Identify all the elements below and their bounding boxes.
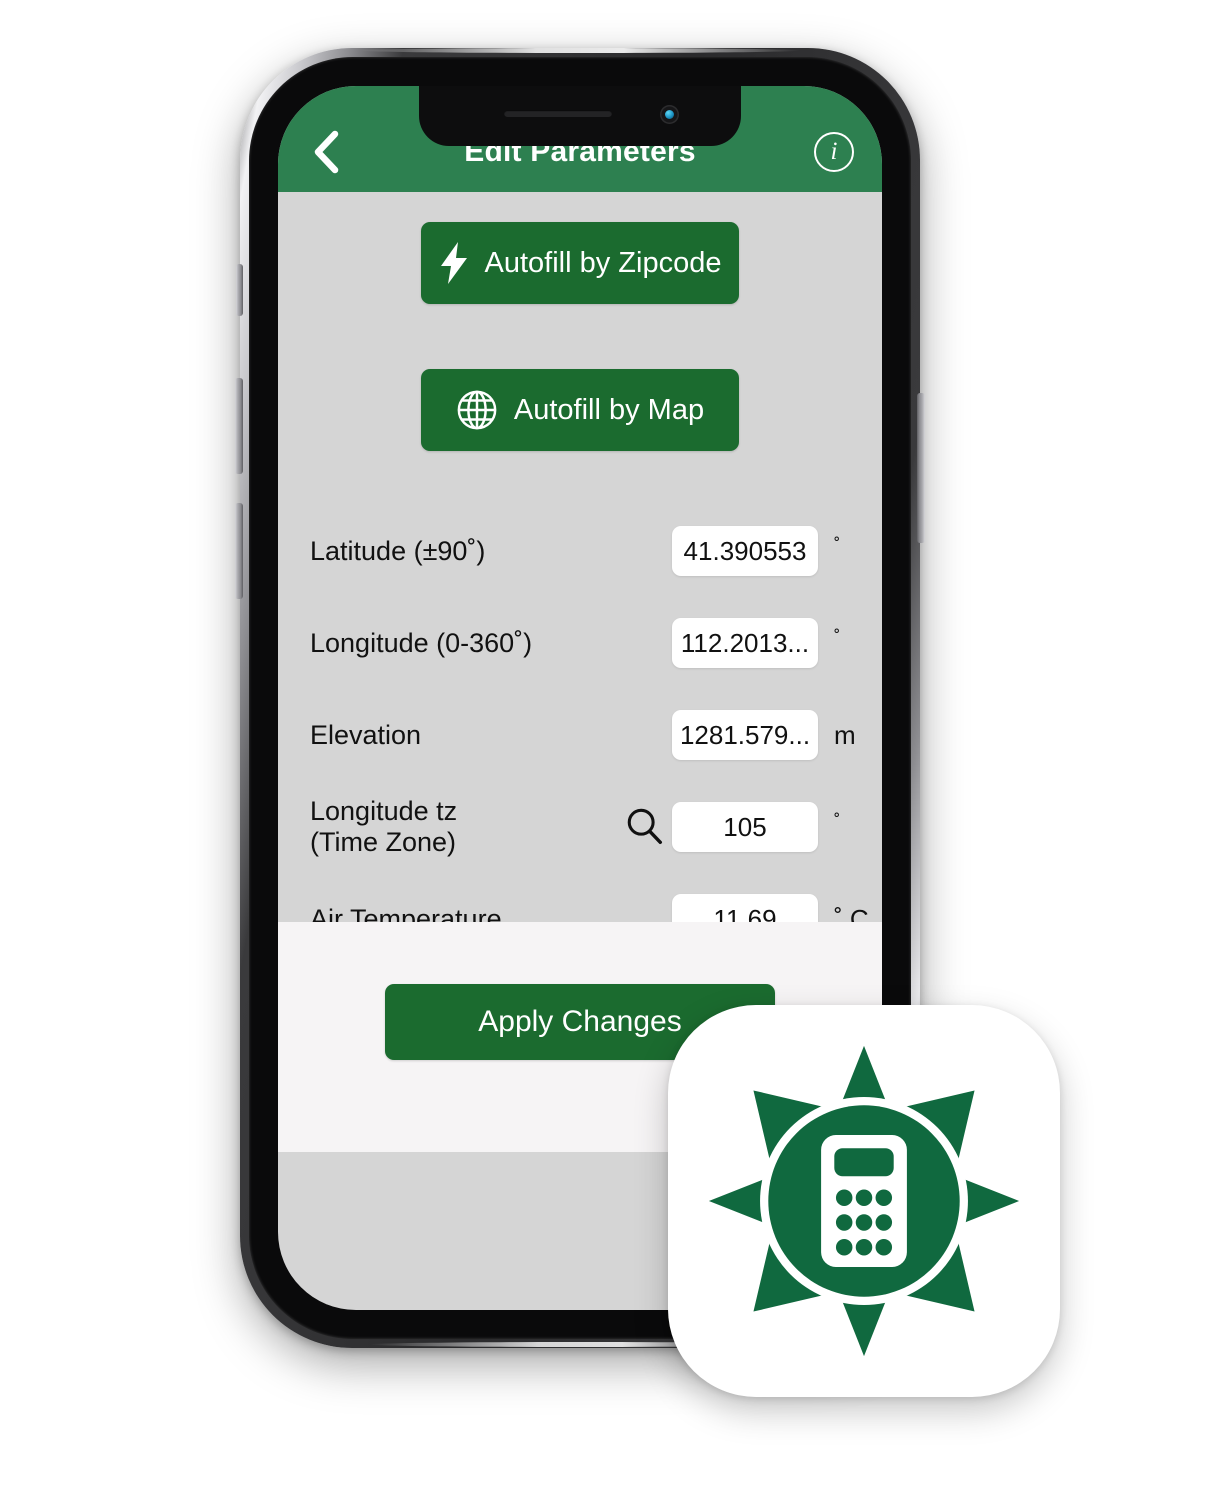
label-longitude: Longitude (0-360˚) xyxy=(310,627,533,658)
rim-highlight-top xyxy=(360,48,800,53)
elevation-input[interactable] xyxy=(672,710,818,760)
unit-elevation: m xyxy=(834,719,856,750)
unit-air-temperature: ˚ C xyxy=(834,903,869,923)
front-camera xyxy=(660,105,679,124)
parameter-form: Latitude (±90˚) ˚ Longitude (0-360˚) ˚ xyxy=(300,505,869,922)
globe-icon xyxy=(456,389,498,431)
earpiece-speaker xyxy=(504,110,612,117)
label-latitude: Latitude (±90˚) xyxy=(310,535,486,566)
autofill-buttons: Autofill by Zipcode Autofill by Map xyxy=(300,192,860,451)
autofill-by-zipcode-button[interactable]: Autofill by Zipcode xyxy=(421,222,739,304)
label-air-temperature: Air Temperature xyxy=(310,903,502,922)
air-temperature-input[interactable] xyxy=(672,894,818,922)
longitude-tz-input[interactable] xyxy=(672,802,818,852)
unit-longitude: ˚ xyxy=(834,627,841,649)
form-row-air-temperature: Air Temperature ˚ C xyxy=(300,873,869,922)
volume-up-button[interactable] xyxy=(235,503,243,599)
latitude-input[interactable] xyxy=(672,526,818,576)
calculator-display xyxy=(834,1148,894,1177)
calculator-keys xyxy=(835,1189,893,1256)
sun-calculator-graphic xyxy=(708,1045,1020,1357)
unit-latitude: ˚ xyxy=(834,535,841,557)
longitude-input[interactable] xyxy=(672,618,818,668)
autofill-by-map-button[interactable]: Autofill by Map xyxy=(421,369,739,451)
phone-notch xyxy=(419,86,741,146)
content-area: Autofill by Zipcode Autofill by Map Lati… xyxy=(278,192,882,922)
form-row-longitude: Longitude (0-360˚) ˚ xyxy=(300,597,860,689)
unit-longitude-tz: ˚ xyxy=(834,811,841,833)
search-icon xyxy=(627,808,662,844)
form-row-longitude-tz: Longitude tz (Time Zone) ˚ xyxy=(300,781,860,873)
power-button[interactable] xyxy=(917,393,925,543)
info-button[interactable]: i xyxy=(808,126,860,178)
volume-down-button[interactable] xyxy=(235,378,243,474)
info-circle-icon: i xyxy=(814,132,854,172)
label-elevation: Elevation xyxy=(310,719,422,750)
timezone-search-button[interactable] xyxy=(618,806,672,848)
calculator-icon xyxy=(821,1135,907,1267)
solar-calculator-app-icon xyxy=(668,1005,1060,1397)
form-row-elevation: Elevation m xyxy=(300,689,860,781)
silence-switch[interactable] xyxy=(236,264,243,316)
lightning-bolt-icon xyxy=(439,242,469,284)
chevron-left-icon xyxy=(314,130,339,174)
label-longitude-tz: Longitude tz (Time Zone) xyxy=(310,796,458,857)
form-row-latitude: Latitude (±90˚) ˚ xyxy=(300,505,860,597)
autofill-by-map-label: Autofill by Map xyxy=(513,393,705,426)
back-button[interactable] xyxy=(300,126,352,178)
autofill-by-zipcode-label: Autofill by Zipcode xyxy=(484,246,722,279)
